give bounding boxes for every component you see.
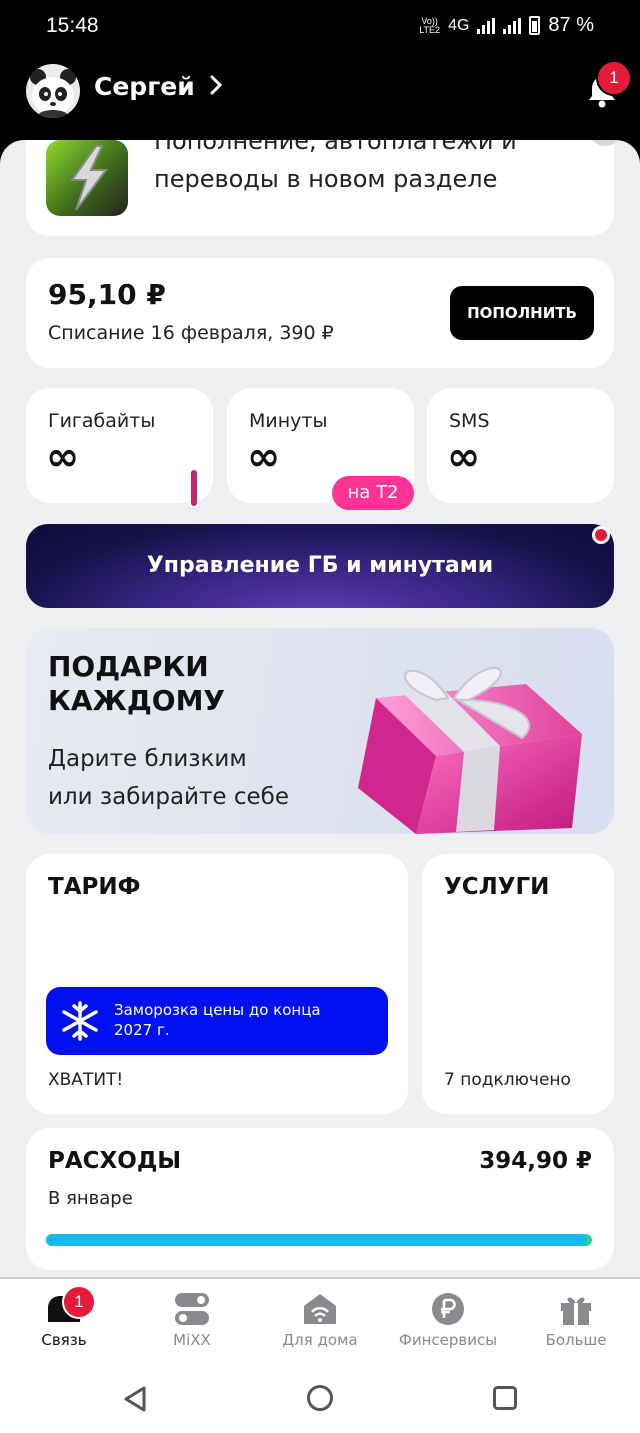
- back-icon[interactable]: [122, 1385, 148, 1413]
- balance-card[interactable]: 95,10 ₽ Списание 16 февраля, 390 ₽ ПОПОЛ…: [26, 258, 614, 368]
- promo-text-line1: Пополнение, автоплатежи и: [154, 140, 517, 155]
- promo-text-line2: переводы в новом разделе: [154, 165, 498, 193]
- quota-value: ∞: [247, 434, 281, 480]
- bottom-nav: Связь 1 MiXX Для дома Финсервисы Больше: [0, 1277, 640, 1363]
- freeze-line1: Заморозка цены до конца: [114, 1001, 321, 1019]
- ruble-icon: [432, 1293, 464, 1325]
- quota-gigabytes[interactable]: Гигабайты ∞: [26, 388, 213, 503]
- scroll-indicator: [189, 468, 199, 508]
- freeze-text: Заморозка цены до конца 2027 г.: [114, 1000, 321, 1040]
- volte-indicator: Vo)) LTE2: [419, 16, 441, 35]
- topup-button[interactable]: ПОПОЛНИТЬ: [450, 286, 594, 340]
- quota-value: ∞: [447, 434, 481, 480]
- costs-card[interactable]: РАСХОДЫ 394,90 ₽ В январе: [26, 1128, 614, 1270]
- nav-item-finservices[interactable]: Финсервисы: [384, 1289, 512, 1349]
- t2-tag: на Т2: [332, 476, 414, 510]
- services-title: УСЛУГИ: [444, 874, 550, 900]
- nav-label: Финсервисы: [398, 1331, 498, 1349]
- balance-amount: 95,10 ₽: [48, 278, 166, 311]
- costs-period: В январе: [48, 1188, 133, 1209]
- nav-item-mixx[interactable]: MiXX: [128, 1289, 256, 1349]
- chevron-right-icon: [203, 72, 223, 101]
- status-indicators: Vo)) LTE2 4G 87 %: [419, 14, 594, 37]
- gifts-description: Дарите близким или забирайте себе: [48, 740, 289, 816]
- nav-item-home[interactable]: Для дома: [256, 1289, 384, 1349]
- gifts-title: ПОДАРКИ КАЖДОМУ: [48, 650, 225, 718]
- gifts-banner[interactable]: ПОДАРКИ КАЖДОМУ Дарите близким или забир…: [26, 628, 614, 834]
- gift-icon: [561, 1297, 591, 1325]
- quota-value: ∞: [46, 434, 80, 480]
- status-time: 15:48: [46, 14, 99, 37]
- signal-icon-2: [503, 17, 522, 34]
- quota-sms[interactable]: SMS ∞: [427, 388, 614, 503]
- battery-icon: [529, 16, 541, 35]
- panda-avatar-icon: [30, 69, 76, 118]
- services-card[interactable]: УСЛУГИ 7 подключено: [422, 854, 614, 1114]
- user-name: Сергей: [94, 72, 195, 101]
- main-content: Пополнение, автоплатежи и переводы в нов…: [0, 140, 640, 1277]
- tariff-name: ХВАТИТ!: [48, 1070, 124, 1090]
- notifications-badge: 1: [596, 60, 632, 96]
- nav-item-more[interactable]: Больше: [512, 1289, 640, 1349]
- quota-label: Минуты: [249, 410, 328, 432]
- nav-label: Для дома: [282, 1331, 358, 1349]
- avatar[interactable]: [26, 64, 80, 118]
- quota-label: Гигабайты: [48, 410, 156, 432]
- close-icon[interactable]: ×: [588, 140, 622, 146]
- gifts-desc-line1: Дарите близким: [48, 746, 247, 772]
- price-freeze-badge: Заморозка цены до конца 2027 г.: [46, 987, 388, 1055]
- nav-label: MiXX: [173, 1331, 211, 1349]
- snowflake-icon: [60, 999, 100, 1043]
- new-indicator-dot: [592, 526, 610, 544]
- promo-text: Пополнение, автоплатежи и переводы в нов…: [154, 140, 517, 198]
- battery-level: 87 %: [548, 14, 594, 36]
- system-navigation-bar: [0, 1363, 640, 1433]
- costs-progress-bar: [46, 1234, 592, 1246]
- gifts-desc-line2: или забирайте себе: [48, 784, 289, 810]
- costs-amount: 394,90 ₽: [479, 1148, 592, 1174]
- profile-link[interactable]: Сергей: [94, 72, 223, 101]
- home-wifi-icon: [304, 1294, 336, 1324]
- manage-gb-minutes-button[interactable]: Управление ГБ и минутами: [26, 524, 614, 608]
- nav-label: Больше: [545, 1331, 607, 1349]
- manage-label: Управление ГБ и минутами: [146, 553, 494, 578]
- gifts-title-line1: ПОДАРКИ: [48, 650, 209, 683]
- promo-banner[interactable]: Пополнение, автоплатежи и переводы в нов…: [26, 140, 622, 236]
- nav-label: Связь: [41, 1331, 87, 1349]
- signal-icon: [477, 17, 496, 34]
- status-bar: 15:48 Vo)) LTE2 4G 87 %: [0, 0, 640, 56]
- home-icon[interactable]: [306, 1384, 334, 1412]
- services-connected: 7 подключено: [444, 1070, 571, 1090]
- costs-title: РАСХОДЫ: [48, 1148, 182, 1174]
- lightning-icon: [46, 140, 128, 216]
- mixx-icon: [175, 1293, 209, 1325]
- app-header: Сергей 1: [0, 56, 640, 144]
- tariff-title: ТАРИФ: [48, 874, 141, 900]
- tariff-card[interactable]: ТАРИФ Заморозка цены до конца 2027 г. ХВ…: [26, 854, 408, 1114]
- freeze-line2: 2027 г.: [114, 1021, 170, 1039]
- recents-icon[interactable]: [492, 1385, 518, 1411]
- quota-label: SMS: [449, 410, 490, 432]
- lte-label: LTE2: [419, 24, 441, 35]
- gift-box-icon: [358, 666, 582, 834]
- costs-progress-fill: [46, 1234, 587, 1246]
- nav-badge: 1: [62, 1285, 96, 1319]
- network-type: 4G: [448, 16, 470, 34]
- charge-info: Списание 16 февраля, 390 ₽: [48, 322, 334, 344]
- gifts-title-line2: КАЖДОМУ: [48, 684, 226, 717]
